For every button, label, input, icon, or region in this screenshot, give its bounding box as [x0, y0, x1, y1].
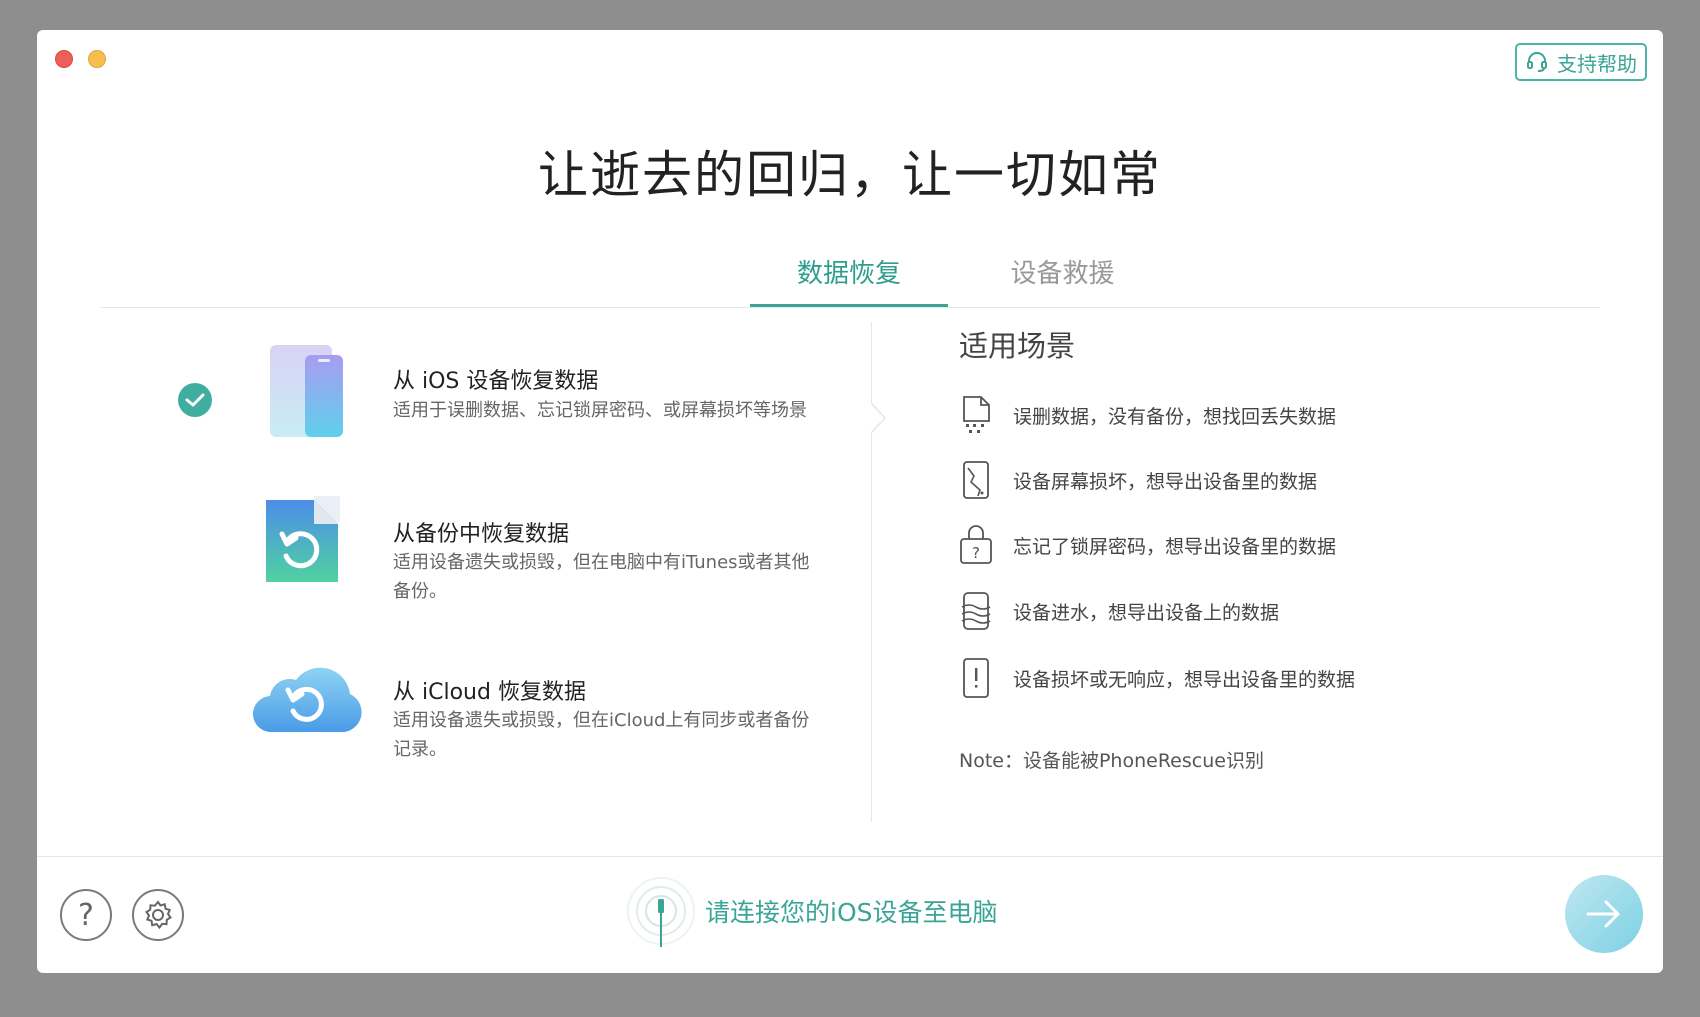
app-window: 支持帮助 让逝去的回归，让一切如常 数据恢复 设备救援 从 iOS 设备恢复数据…: [37, 30, 1663, 973]
scenario-text: 忘记了锁屏密码，想导出设备里的数据: [1013, 535, 1337, 558]
icloud-icon: [252, 667, 362, 733]
tab-device-rescue[interactable]: 设备救援: [965, 253, 1160, 290]
cable-plug-icon: [627, 877, 695, 947]
option-icloud[interactable]: 从 iCloud 恢复数据 适用设备遗失或损毁，但在iCloud上有同步或者备份…: [37, 648, 837, 768]
window-minimize-button[interactable]: [88, 50, 106, 68]
option-backup-title: 从备份中恢复数据: [393, 522, 570, 547]
scenario-text: 误删数据，没有备份，想找回丢失数据: [1013, 405, 1337, 428]
broken-screen-icon: [959, 458, 993, 502]
settings-button[interactable]: [132, 889, 184, 941]
support-help-button[interactable]: 支持帮助: [1515, 43, 1647, 81]
scenario-item: 设备进水，想导出设备上的数据: [959, 589, 1279, 633]
mode-tabs: 数据恢复 设备救援: [100, 225, 1600, 308]
window-close-button[interactable]: [55, 50, 73, 68]
connect-device-hint: 请连接您的iOS设备至电脑: [627, 875, 998, 947]
option-ios-device[interactable]: 从 iOS 设备恢复数据 适用于误删数据、忘记锁屏密码、或屏幕损坏等场景: [37, 335, 837, 455]
bottom-toolbar: ? 请连接您的iOS设备至电脑: [37, 856, 1663, 973]
scenarios-title: 适用场景: [959, 329, 1076, 363]
scenario-item: ? 忘记了锁屏密码，想导出设备里的数据: [959, 523, 1336, 567]
scenario-item: 设备损坏或无响应，想导出设备里的数据: [959, 656, 1355, 700]
selection-pointer-icon: [871, 403, 887, 433]
backup-file-icon: [266, 496, 340, 582]
tab-data-recovery[interactable]: 数据恢复: [750, 253, 948, 307]
water-damage-icon: [959, 589, 993, 633]
arrow-right-icon: [1586, 900, 1620, 928]
svg-text:?: ?: [972, 544, 980, 562]
option-icloud-desc: 适用设备遗失或损毁，但在iCloud上有同步或者备份记录。: [393, 710, 810, 760]
headset-icon: [1527, 52, 1547, 72]
option-backup-desc: 适用设备遗失或损毁，但在电脑中有iTunes或者其他备份。: [393, 552, 810, 602]
question-icon: ?: [78, 897, 94, 933]
panel-divider: [871, 322, 872, 822]
note-text: Note：设备能被PhoneRescue识别: [959, 750, 1264, 772]
selected-check-icon: [178, 383, 212, 417]
gear-icon: [145, 900, 172, 930]
page-title: 让逝去的回归，让一切如常: [538, 146, 1162, 204]
scenario-item: 误删数据，没有备份，想找回丢失数据: [959, 393, 1336, 437]
option-icloud-title: 从 iCloud 恢复数据: [393, 680, 586, 705]
scenario-text: 设备损坏或无响应，想导出设备里的数据: [1013, 668, 1356, 691]
iphone-icon: [270, 345, 343, 437]
unresponsive-device-icon: [959, 656, 993, 700]
next-button[interactable]: [1565, 875, 1643, 953]
scenario-item: 设备屏幕损坏，想导出设备里的数据: [959, 458, 1317, 502]
option-ios-desc: 适用于误删数据、忘记锁屏密码、或屏幕损坏等场景: [393, 400, 807, 421]
locked-device-icon: ?: [959, 523, 993, 567]
scenario-text: 设备进水，想导出设备上的数据: [1013, 601, 1280, 624]
option-backup[interactable]: 从备份中恢复数据 适用设备遗失或损毁，但在电脑中有iTunes或者其他备份。: [37, 490, 837, 610]
connect-device-text: 请连接您的iOS设备至电脑: [705, 898, 998, 927]
support-help-label: 支持帮助: [1557, 51, 1637, 76]
scenario-text: 设备屏幕损坏，想导出设备里的数据: [1013, 470, 1318, 493]
option-ios-title: 从 iOS 设备恢复数据: [393, 369, 599, 394]
deleted-file-icon: [959, 393, 993, 437]
help-button[interactable]: ?: [60, 889, 112, 941]
